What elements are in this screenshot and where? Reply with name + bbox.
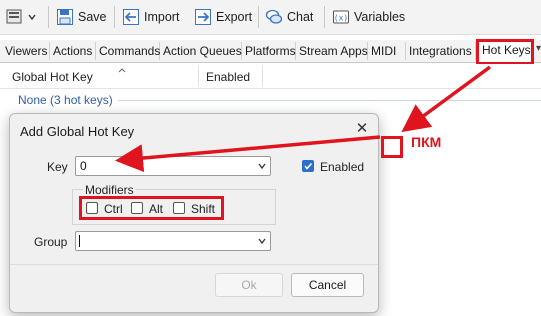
- arrow-to-key-field: [115, 135, 381, 173]
- annotation-arrows: [115, 65, 492, 173]
- arrow-to-marker: [401, 65, 492, 133]
